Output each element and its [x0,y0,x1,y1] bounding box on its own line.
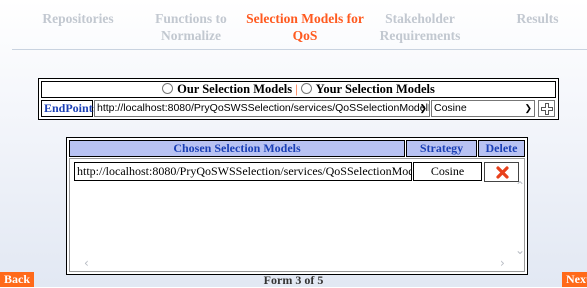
delete-row-button[interactable] [484,162,519,182]
endpoint-url-select[interactable]: http://localhost:8080/PryQoSWSSelection/… [94,100,430,117]
next-button[interactable]: Next [562,272,587,287]
step-functions-to-normalize[interactable]: Functions to Normalize [146,10,236,44]
step-label-line1: Results [516,11,559,26]
steps-divider [12,49,587,50]
scroll-right-icon[interactable]: › [500,256,505,270]
endpoint-panel: Our Selection Models | Your Selection Mode… [38,78,559,120]
strategy-value: Cosine [434,102,467,114]
model-source-options: Our Selection Models | Your Selection Mode… [41,81,556,98]
scroll-down-icon[interactable]: ⌄ [515,243,525,257]
radio-icon [162,83,174,94]
header-delete: Delete [478,140,525,157]
table-body-scroll-area[interactable]: http://localhost:8080/PryQoSWSSelection/… [69,158,525,272]
step-navigation: Repositories Functions to Normalize Sele… [0,0,587,50]
step-label-line2: Normalize [161,28,221,43]
step-results[interactable]: Results [500,10,575,27]
chosen-models-table: Chosen Selection Models Strategy Delete … [66,137,528,275]
our-models-label: Our Selection Models [177,82,293,96]
step-label-line1: Repositories [42,11,114,26]
header-chosen-models: Chosen Selection Models [69,140,405,157]
your-models-label: Your Selection Models [315,82,435,96]
scroll-left-icon[interactable]: ‹ [84,256,89,270]
model-cell: http://localhost:8080/PryQoSWSSelection/… [74,162,412,181]
our-models-radio[interactable]: Our Selection Models [162,82,292,96]
endpoint-row: EndPoint: http://localhost:8080/PryQoSWS… [41,100,556,117]
step-stakeholder-requirements[interactable]: Stakeholder Requirements [370,10,470,44]
endpoint-url-value: http://localhost:8080/PryQoSWSSelection/… [97,102,430,114]
step-label-line1: Selection Models for [246,11,364,26]
step-label-line1: Stakeholder [385,11,455,26]
strategy-cell: Cosine [413,162,482,181]
options-separator: | [295,82,298,96]
close-icon [496,166,509,179]
step-selection-models-for-qos[interactable]: Selection Models for QoS [240,10,370,44]
chevron-down-icon: ❯ [524,103,532,113]
add-model-button[interactable] [538,100,555,117]
strategy-select[interactable]: Cosine ❯ [431,100,535,117]
chevron-down-icon: ❯ [419,103,427,113]
step-label-line1: Functions to [155,11,227,26]
radio-icon [300,83,312,94]
endpoint-label: EndPoint: [41,100,97,117]
scroll-up-icon[interactable]: ⌃ [515,179,525,193]
step-label-line2: Requirements [379,28,461,43]
form-counter: Form 3 of 5 [263,273,324,287]
header-strategy: Strategy [406,140,477,157]
step-repositories[interactable]: Repositories [28,10,128,27]
plus-icon [541,103,553,115]
your-models-radio[interactable]: Your Selection Models [300,82,435,96]
step-label-line2: QoS [292,28,318,43]
